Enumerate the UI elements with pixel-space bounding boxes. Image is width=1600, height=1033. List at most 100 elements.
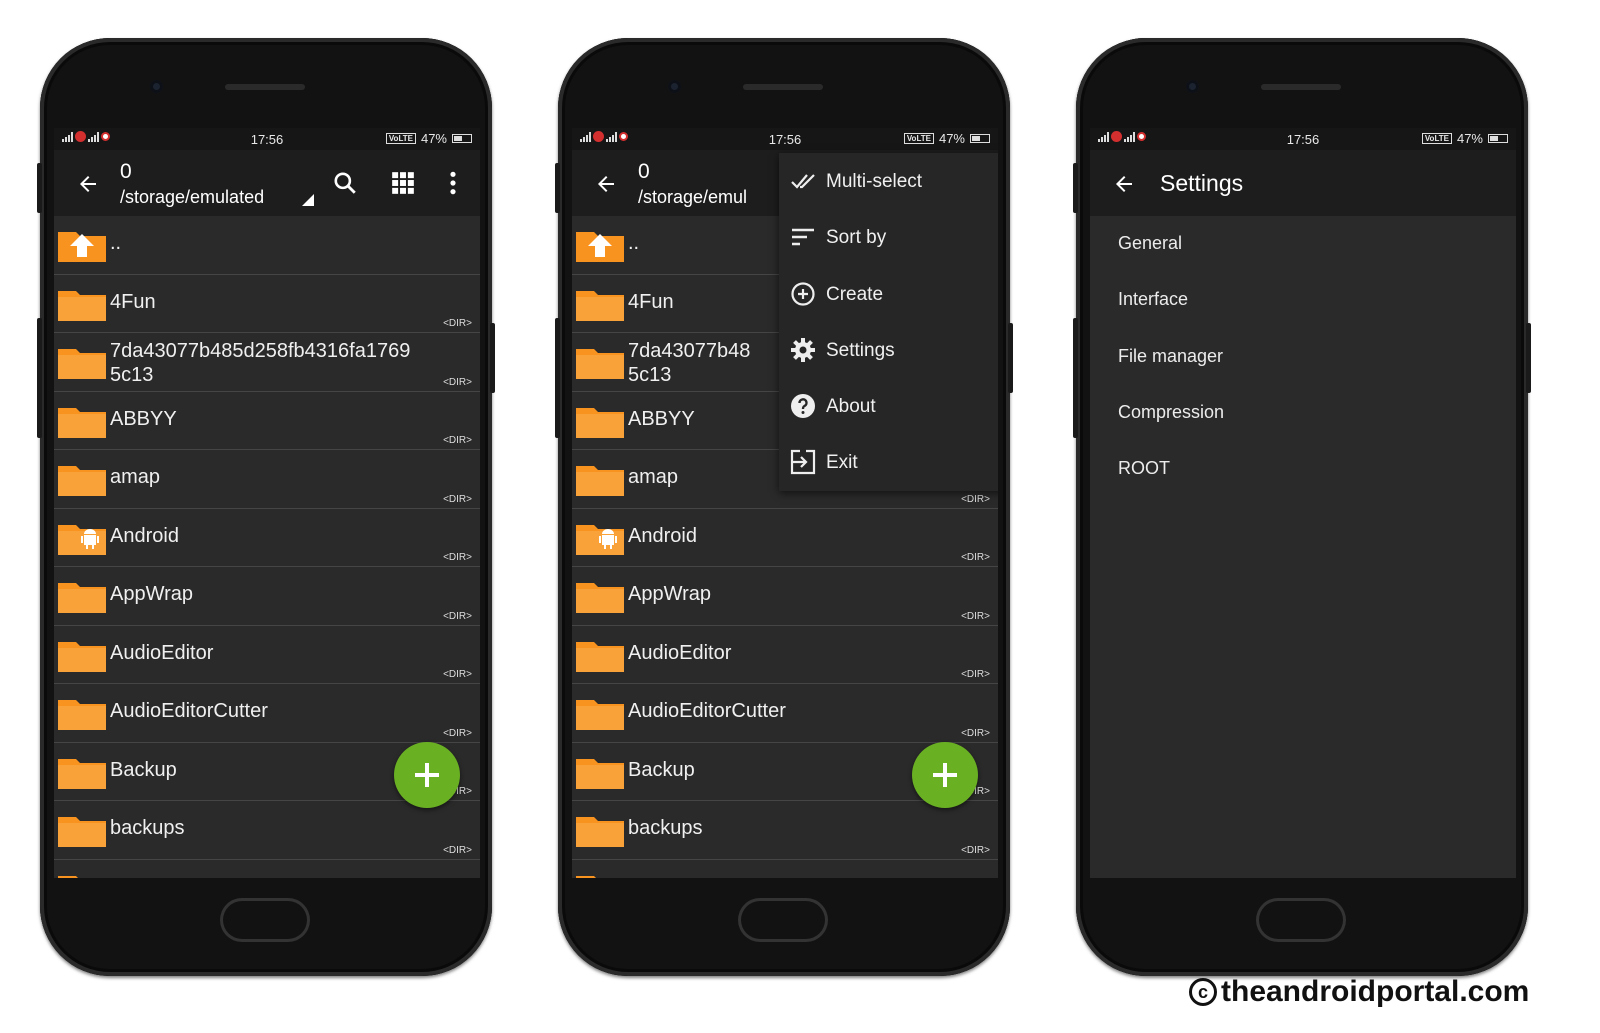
status-bar: 17:56 VoLTE 47%	[572, 128, 998, 150]
search-icon[interactable]	[332, 170, 358, 196]
folder-icon	[576, 407, 624, 438]
grid-view-icon[interactable]	[390, 170, 416, 196]
add-fab-button[interactable]	[394, 742, 460, 808]
earpiece-speaker	[1261, 84, 1341, 90]
menu-item-create[interactable]: Create	[779, 266, 998, 322]
file-name: AudioEditorCutter	[628, 700, 786, 722]
list-item[interactable]: AudioEditorCutter <DIR>	[54, 684, 480, 743]
folder-icon	[576, 758, 624, 789]
list-item[interactable]: ABBYY <DIR>	[54, 392, 480, 450]
file-name: AudioEditor	[110, 641, 214, 664]
folder-icon	[58, 583, 106, 613]
add-fab-button[interactable]	[912, 742, 978, 808]
back-arrow-icon[interactable]	[594, 172, 618, 196]
file-name: 7da43077b48 5c13	[628, 340, 751, 386]
screen: 17:56 VoLTE 47% 0 /storage/emulated .. 4…	[54, 128, 480, 878]
dir-tag: <DIR>	[443, 493, 472, 505]
list-item[interactable]: AudioEditor <DIR>	[54, 626, 480, 684]
folder-icon	[576, 583, 624, 613]
battery-percent: 47%	[938, 131, 965, 146]
settings-item-general[interactable]: General	[1090, 216, 1516, 272]
folder-icon	[576, 875, 597, 878]
list-item[interactable]: backups <DIR>	[572, 801, 998, 860]
status-bar: 17:56 VoLTE 47%	[54, 128, 480, 150]
file-name: backups	[110, 817, 185, 839]
settings-item-root[interactable]: ROOT	[1090, 441, 1516, 497]
dir-tag: <DIR>	[961, 552, 990, 563]
list-item[interactable]: 7da43077b485d258fb4316fa1769 5c13 <DIR>	[54, 333, 480, 392]
file-name: amap	[628, 466, 679, 488]
watermark: c theandroidportal.com	[1189, 975, 1529, 1009]
selection-count: 0	[638, 160, 650, 183]
volte-badge: VoLTE	[903, 133, 934, 144]
list-item-partial[interactable]	[572, 860, 998, 878]
android-folder-icon	[58, 524, 106, 555]
overflow-menu: Multi-select Sort by Create Settings Abo…	[779, 153, 998, 491]
dir-tag: <DIR>	[443, 844, 472, 856]
settings-item-interface[interactable]: Interface	[1090, 272, 1516, 328]
list-item[interactable]: AudioEditor <DIR>	[572, 626, 998, 684]
file-name: 4Fun	[110, 290, 156, 313]
front-camera	[1186, 80, 1199, 93]
phone-file-browser: 17:56 VoLTE 47% 0 /storage/emulated .. 4…	[37, 38, 495, 976]
back-arrow-icon[interactable]	[1112, 172, 1136, 196]
help-icon	[791, 394, 815, 419]
menu-item-settings[interactable]: Settings	[779, 322, 998, 378]
earpiece-speaker	[743, 84, 823, 90]
list-item[interactable]: AppWrap <DIR>	[572, 567, 998, 626]
file-name: Backup	[628, 758, 695, 781]
phone-settings: 17:56 VoLTE 47% Settings General Interfa…	[1073, 38, 1531, 976]
file-name: AppWrap	[110, 583, 194, 605]
gear-icon	[791, 337, 815, 362]
folder-icon	[576, 290, 624, 321]
settings-item-compression[interactable]: Compression	[1090, 385, 1516, 441]
more-vert-icon[interactable]	[440, 170, 466, 196]
back-arrow-icon[interactable]	[76, 172, 100, 196]
front-camera	[668, 80, 681, 93]
folder-icon	[58, 700, 106, 730]
home-button[interactable]	[1256, 898, 1346, 942]
menu-item-sort-by[interactable]: Sort by	[779, 209, 998, 265]
menu-item-multi-select[interactable]: Multi-select	[779, 153, 998, 209]
list-item[interactable]: AppWrap <DIR>	[54, 567, 480, 626]
dir-tag: <DIR>	[443, 435, 472, 446]
dir-tag: <DIR>	[961, 669, 990, 680]
dir-tag: <DIR>	[961, 493, 990, 505]
current-path[interactable]: /storage/emul	[638, 187, 747, 208]
list-item[interactable]: backups <DIR>	[54, 801, 480, 860]
file-name: AudioEditor	[628, 641, 732, 664]
home-button[interactable]	[220, 898, 310, 942]
exit-icon	[790, 450, 816, 475]
list-item[interactable]: Android <DIR>	[572, 509, 998, 567]
list-item[interactable]: Android <DIR>	[54, 509, 480, 567]
folder-icon	[58, 641, 106, 672]
menu-item-exit[interactable]: Exit	[779, 434, 998, 490]
file-name: backups	[628, 817, 703, 839]
home-button[interactable]	[738, 898, 828, 942]
list-item-parent[interactable]: ..	[54, 216, 480, 275]
add-circle-icon	[791, 281, 815, 306]
plus-icon	[933, 763, 957, 787]
folder-icon	[58, 466, 106, 496]
menu-item-about[interactable]: About	[779, 378, 998, 434]
folder-icon	[58, 290, 106, 321]
list-item[interactable]: amap <DIR>	[54, 450, 480, 509]
list-item[interactable]: 4Fun <DIR>	[54, 275, 480, 333]
dir-tag: <DIR>	[443, 376, 472, 388]
parent-dir-label: ..	[110, 232, 122, 254]
file-name: AudioEditorCutter	[110, 700, 268, 722]
folder-icon	[58, 758, 106, 789]
folder-icon	[576, 349, 624, 379]
path-dropdown-icon[interactable]	[302, 194, 314, 206]
list-item[interactable]: AudioEditorCutter <DIR>	[572, 684, 998, 743]
watermark-text: theandroidportal.com	[1221, 975, 1530, 1008]
current-path[interactable]: /storage/emulated	[120, 187, 264, 208]
file-name: 7da43077b485d258fb4316fa1769 5c13	[110, 340, 411, 386]
sort-icon	[792, 229, 814, 246]
double-check-icon	[791, 174, 815, 189]
settings-item-file-manager[interactable]: File manager	[1090, 329, 1516, 385]
dir-tag: <DIR>	[443, 669, 472, 680]
list-item-partial[interactable]	[54, 860, 480, 878]
screen: 17:56 VoLTE 47% 0 /storage/emul .. 4Fun	[572, 128, 998, 878]
file-name: AppWrap	[628, 583, 712, 605]
